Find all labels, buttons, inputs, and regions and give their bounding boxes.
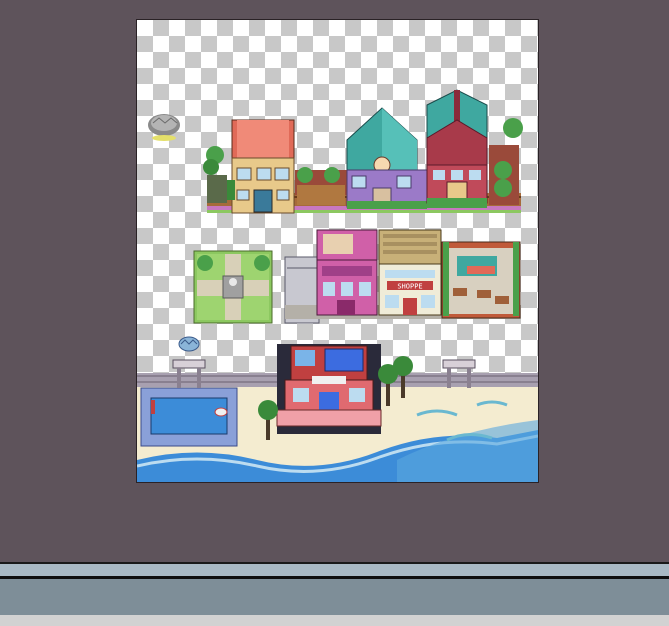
status-bar [0, 562, 669, 626]
beach-center-building [276, 344, 382, 434]
status-bar-footer [0, 615, 669, 626]
cafe-patio [441, 241, 521, 319]
park-plaza [193, 250, 273, 324]
shell-sprite [178, 336, 200, 352]
shoppe-building: SHOPPE [378, 229, 442, 316]
rock-sprite [148, 114, 180, 141]
tileset-sheet[interactable]: SHOPPE [136, 19, 539, 483]
status-bar-divider [0, 576, 669, 579]
tileset-canvas: SHOPPE [137, 89, 538, 482]
shoppe-sign: SHOPPE [397, 283, 422, 291]
pink-shop [316, 229, 378, 316]
house-red-roof [227, 119, 295, 214]
status-bar-strip [0, 564, 669, 576]
tileset-viewer[interactable]: SHOPPE [0, 0, 669, 562]
house-maroon-roof [426, 89, 488, 208]
house-teal-roof [346, 107, 428, 209]
pool-area [140, 387, 238, 447]
